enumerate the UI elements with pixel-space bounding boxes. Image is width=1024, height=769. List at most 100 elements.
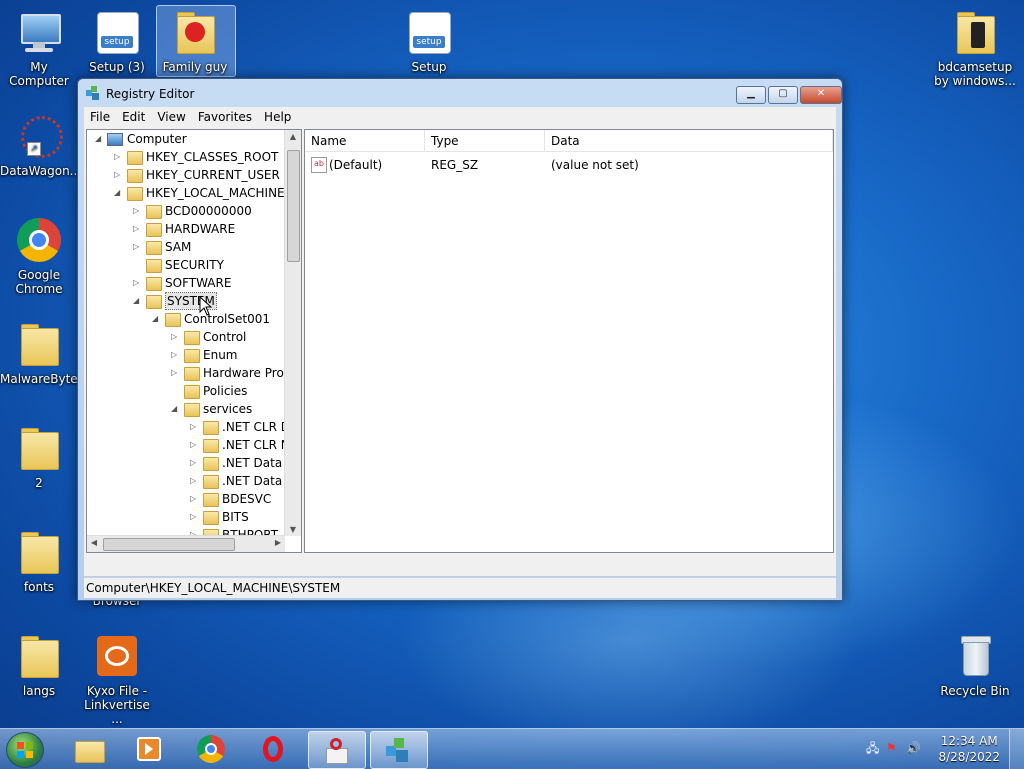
- expand-arrow-icon[interactable]: ▷: [133, 274, 143, 292]
- tree-item-net-clr-data[interactable]: ▷ .NET CLR D: [87, 418, 290, 436]
- folder-icon: [171, 8, 219, 56]
- expand-arrow-icon[interactable]: ▷: [114, 148, 124, 166]
- desktop-icon-kyxo-file[interactable]: Kyxo File - Linkvertise ...: [78, 632, 156, 726]
- scroll-down-arrow-icon[interactable]: ▼: [286, 525, 300, 534]
- tree-item-label: .NET Data I: [222, 456, 290, 470]
- start-button[interactable]: [6, 732, 44, 768]
- desktop-icon-malwarebytes[interactable]: MalwareBytes: [0, 320, 84, 386]
- desktop-icon-my-computer[interactable]: My Computer: [0, 8, 78, 88]
- tree-item-hardware[interactable]: ▷ HARDWARE: [87, 220, 287, 238]
- expand-arrow-icon[interactable]: ▷: [171, 328, 181, 346]
- tree-item-hkey-current-user[interactable]: ▷ HKEY_CURRENT_USER: [87, 166, 287, 184]
- file-explorer-icon: [75, 735, 105, 763]
- expand-arrow-icon[interactable]: ▷: [190, 454, 200, 472]
- desktop-icon-family-guy[interactable]: Family guy: [156, 5, 236, 77]
- menu-help[interactable]: Help: [258, 107, 297, 127]
- column-header-name[interactable]: Name: [305, 130, 425, 152]
- scroll-left-arrow-icon[interactable]: ◀: [87, 538, 101, 547]
- maximize-button[interactable]: ▢: [768, 86, 798, 104]
- tree-item-bcd00000000[interactable]: ▷ BCD00000000: [87, 202, 287, 220]
- column-header-data[interactable]: Data: [545, 130, 833, 152]
- folder-icon: [127, 169, 143, 183]
- desktop-icon-google-chrome[interactable]: Google Chrome: [0, 216, 78, 296]
- taskbar-file-explorer[interactable]: [62, 731, 118, 767]
- close-button[interactable]: ✕: [800, 86, 842, 104]
- tree-item-services[interactable]: ◢ services: [87, 400, 287, 418]
- tree-item-net-data-provider-1[interactable]: ▷ .NET Data I: [87, 454, 290, 472]
- desktop-icon-langs[interactable]: langs: [0, 632, 78, 698]
- clock[interactable]: 12:34 AM 8/28/2022: [938, 733, 1000, 765]
- scroll-right-arrow-icon[interactable]: ▶: [271, 538, 285, 547]
- tree-item-control[interactable]: ▷ Control: [87, 328, 287, 346]
- tree-item-hardware-profiles[interactable]: ▷ Hardware Prof: [87, 364, 288, 382]
- menu-edit[interactable]: Edit: [116, 107, 151, 127]
- expand-arrow-icon[interactable]: ▷: [171, 346, 181, 364]
- collapse-arrow-icon[interactable]: ◢: [133, 292, 143, 310]
- tree-item-software[interactable]: ▷ SOFTWARE: [87, 274, 287, 292]
- tree-item-policies[interactable]: Policies: [87, 382, 287, 400]
- collapse-arrow-icon[interactable]: ◢: [171, 400, 181, 418]
- tree-item-bdesvc[interactable]: ▷ BDESVC: [87, 490, 287, 508]
- scroll-up-arrow-icon[interactable]: ▲: [286, 132, 300, 141]
- show-desktop-button[interactable]: [1009, 729, 1024, 769]
- menu-favorites[interactable]: Favorites: [192, 107, 258, 127]
- expand-arrow-icon[interactable]: ▷: [190, 508, 200, 526]
- taskbar-app-installer[interactable]: [308, 731, 366, 769]
- menu-file[interactable]: File: [84, 107, 116, 127]
- action-center-flag-icon[interactable]: ⚑: [886, 741, 900, 755]
- desktop-icon-2[interactable]: 2: [0, 424, 78, 490]
- tree-item-hkey-classes-root[interactable]: ▷ HKEY_CLASSES_ROOT: [87, 148, 287, 166]
- expand-arrow-icon[interactable]: ▷: [190, 490, 200, 508]
- tree-item-bits[interactable]: ▷ BITS: [87, 508, 287, 526]
- collapse-arrow-icon[interactable]: ◢: [152, 310, 162, 328]
- expand-arrow-icon[interactable]: ▷: [190, 472, 200, 490]
- values-pane[interactable]: Name Type Data ab (Default) REG_SZ (valu…: [304, 129, 834, 553]
- tree-item-security[interactable]: SECURITY: [87, 256, 287, 274]
- collapse-arrow-icon[interactable]: ◢: [95, 130, 105, 148]
- desktop-icon-bdcamsetup[interactable]: bdcamsetup by windows...: [934, 8, 1016, 88]
- volume-icon[interactable]: 🔊: [906, 741, 921, 755]
- tree-item-label: HKEY_CLASSES_ROOT: [146, 150, 279, 164]
- expand-arrow-icon[interactable]: ▷: [114, 166, 124, 184]
- column-header-type[interactable]: Type: [425, 130, 545, 152]
- scrollbar-thumb[interactable]: [287, 150, 300, 262]
- setup-icon: setup: [93, 8, 141, 56]
- expand-arrow-icon[interactable]: ▷: [171, 364, 181, 382]
- tree-item-computer[interactable]: ◢ Computer: [87, 130, 287, 148]
- expand-arrow-icon[interactable]: ▷: [133, 202, 143, 220]
- desktop-icon-recycle-bin[interactable]: Recycle Bin: [936, 632, 1014, 698]
- taskbar-media-player[interactable]: [122, 731, 178, 767]
- tree-horizontal-scrollbar[interactable]: ◀ ▶: [87, 535, 285, 552]
- registry-editor-window[interactable]: Registry Editor ▁ ▢ ✕ File Edit View Favori…: [77, 78, 843, 601]
- tree-item-hkey-local-machine[interactable]: ◢ HKEY_LOCAL_MACHINE: [87, 184, 287, 202]
- registry-editor-icon: [86, 86, 100, 100]
- taskbar-opera[interactable]: [246, 731, 302, 767]
- expand-arrow-icon[interactable]: ▷: [190, 436, 200, 454]
- recycle-bin-icon: [951, 632, 999, 680]
- desktop-icon-fonts[interactable]: fonts: [0, 528, 78, 594]
- tree-item-net-clr-networking[interactable]: ▷ .NET CLR N: [87, 436, 290, 454]
- expand-arrow-icon[interactable]: ▷: [133, 238, 143, 256]
- tree-item-enum[interactable]: ▷ Enum: [87, 346, 287, 364]
- taskbar-chrome[interactable]: [184, 731, 240, 767]
- taskbar-registry-editor[interactable]: [370, 731, 428, 769]
- expand-arrow-icon[interactable]: ▷: [133, 220, 143, 238]
- tree-item-controlset001[interactable]: ◢ ControlSet001: [87, 310, 287, 328]
- tree-item-system[interactable]: ◢ SYSTEM: [87, 292, 287, 310]
- window-titlebar[interactable]: Registry Editor ▁ ▢ ✕: [78, 79, 842, 107]
- network-icon[interactable]: 🖧: [866, 741, 880, 755]
- registry-tree[interactable]: ◢ Computer ▷ HKEY_CLASSES_ROOT ▷ HKEY_CU…: [86, 129, 302, 553]
- desktop-icon-datawagon[interactable]: ↗ DataWagon...: [0, 112, 81, 178]
- desktop-icon-setup[interactable]: setup Setup: [390, 8, 468, 74]
- collapse-arrow-icon[interactable]: ◢: [114, 184, 124, 202]
- tree-vertical-scrollbar[interactable]: ▲ ▼: [284, 130, 301, 536]
- folder-icon: [184, 403, 200, 417]
- minimize-button[interactable]: ▁: [736, 86, 766, 104]
- folder-icon: [165, 313, 181, 327]
- tree-item-net-data-provider-2[interactable]: ▷ .NET Data I: [87, 472, 290, 490]
- tree-item-sam[interactable]: ▷ SAM: [87, 238, 287, 256]
- menu-view[interactable]: View: [151, 107, 191, 127]
- expand-arrow-icon[interactable]: ▷: [190, 418, 200, 436]
- desktop-icon-setup-3[interactable]: setup Setup (3): [78, 8, 156, 74]
- scrollbar-thumb[interactable]: [103, 538, 235, 551]
